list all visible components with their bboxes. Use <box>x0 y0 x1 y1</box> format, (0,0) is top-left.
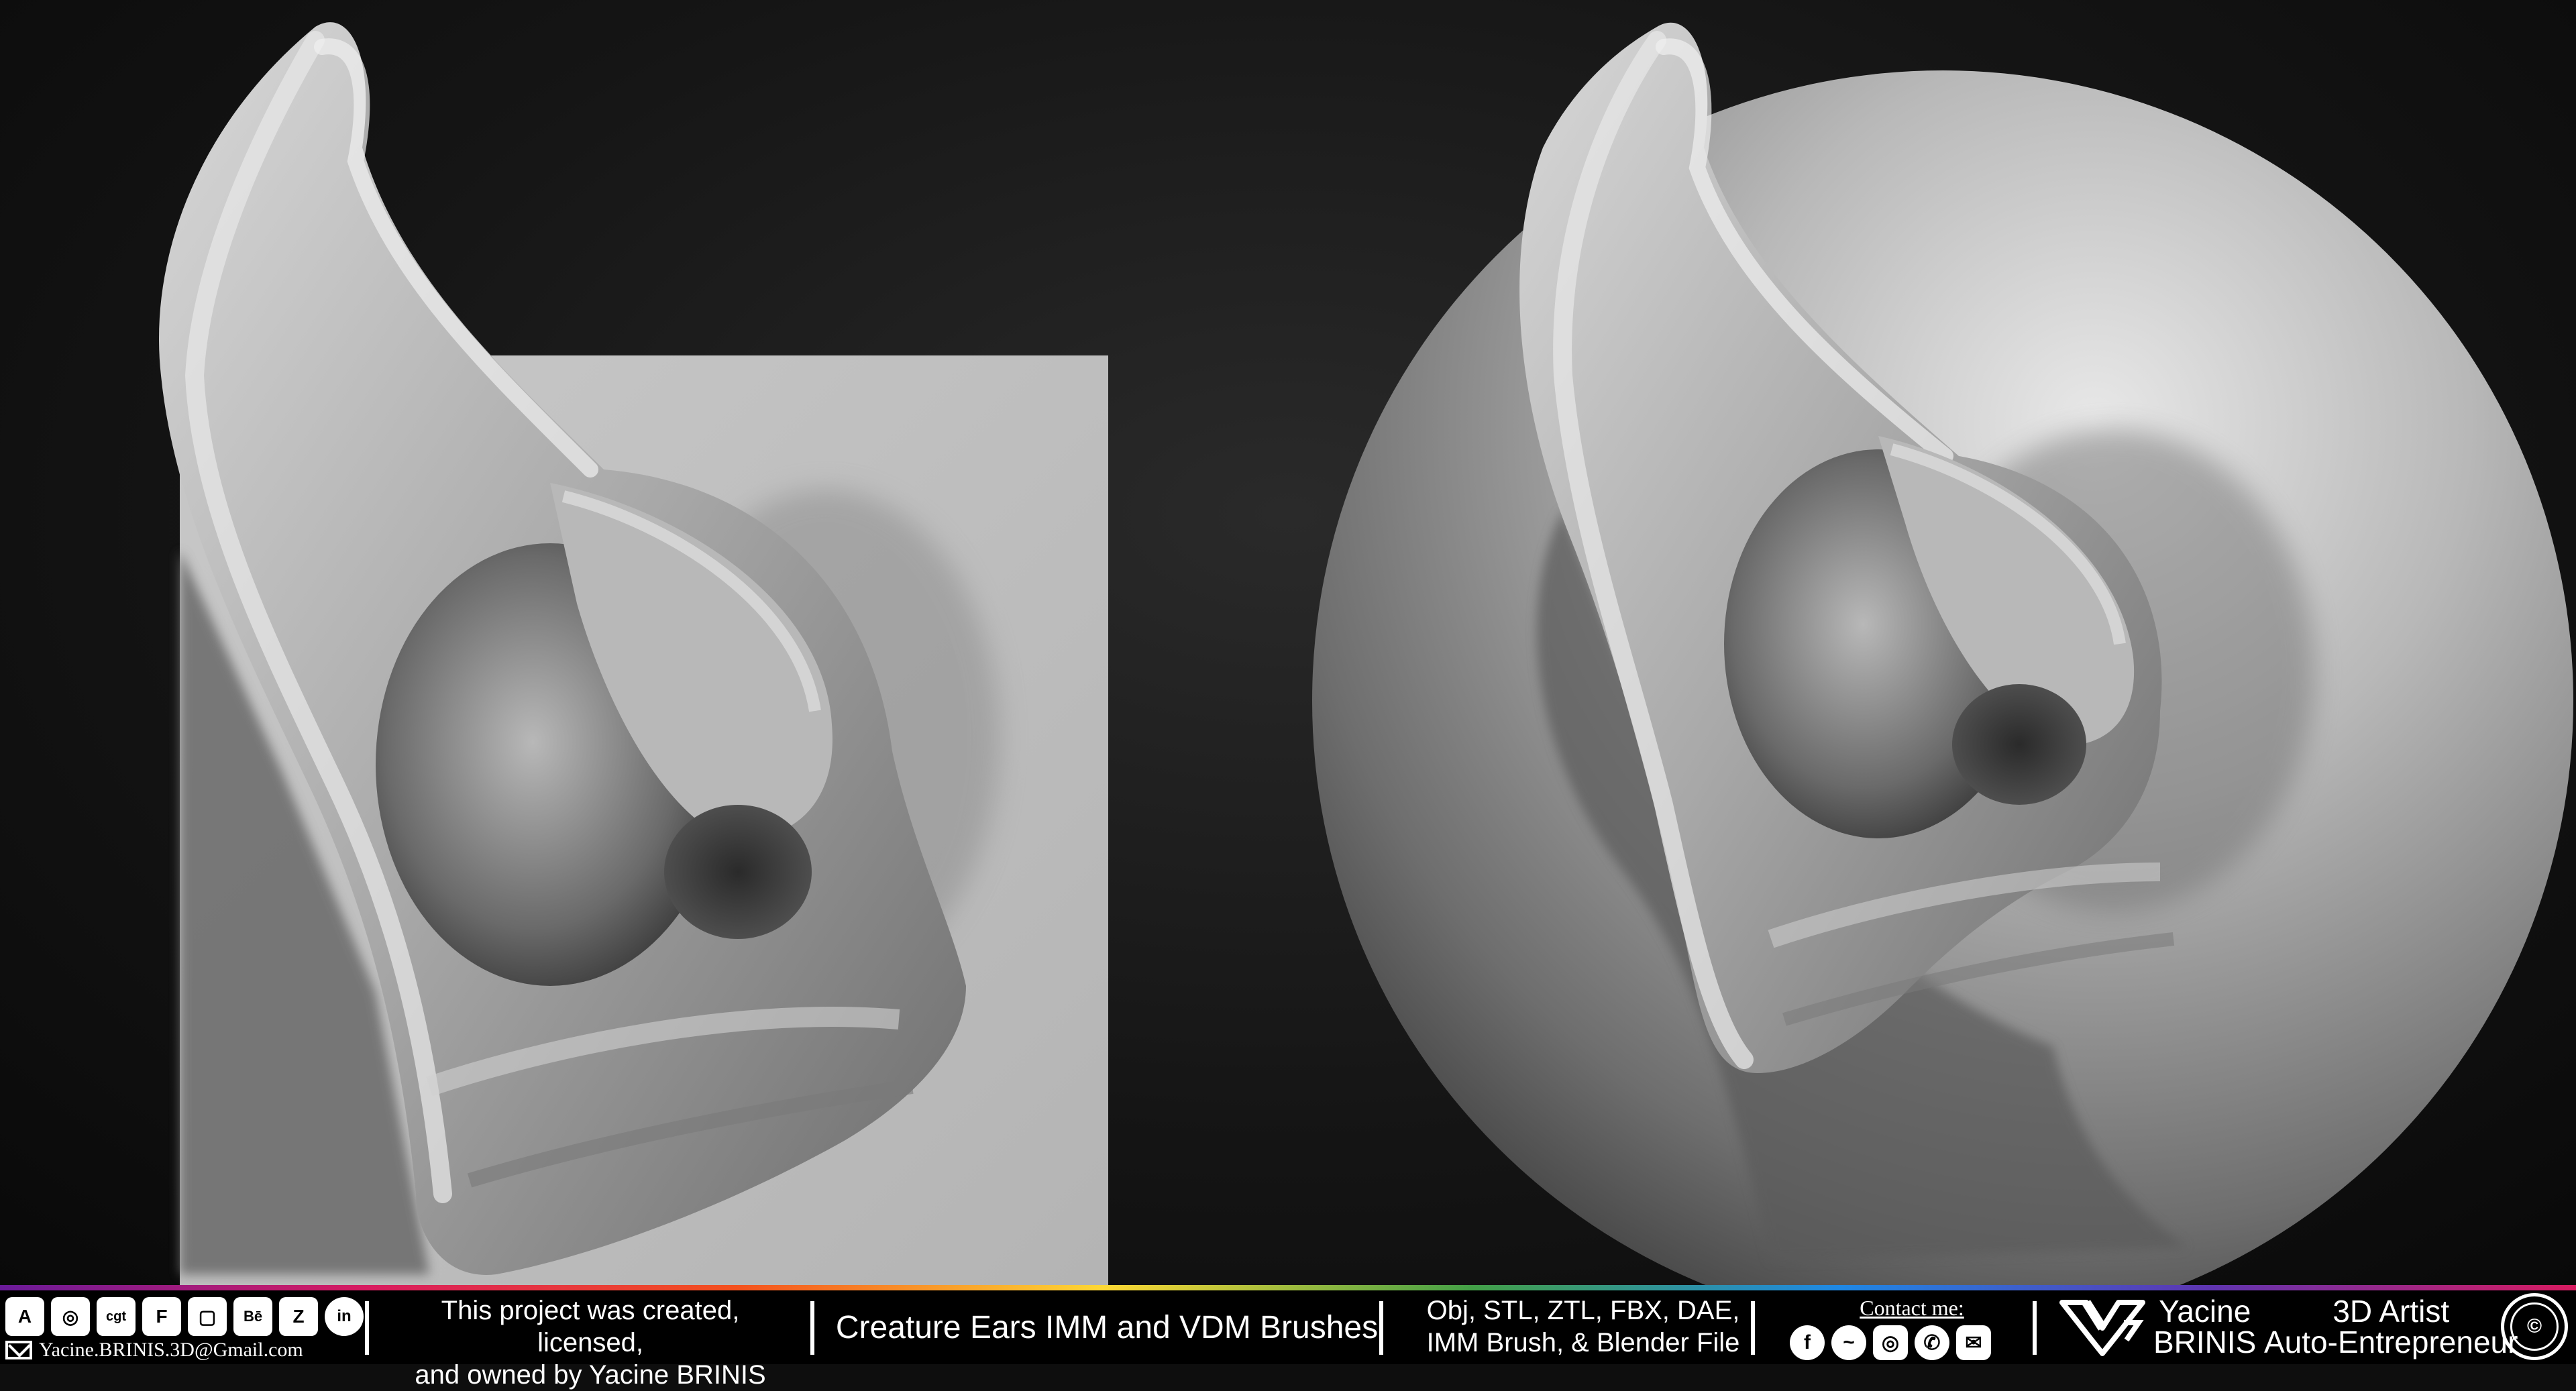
formats-line-2: IMM Brush, & Blender File <box>1426 1328 1740 1357</box>
divider <box>365 1301 369 1355</box>
formats-text: Obj, STL, ZTL, FBX, DAE, IMM Brush, & Bl… <box>1395 1294 1771 1359</box>
divider <box>810 1301 814 1355</box>
yb-logo-icon <box>2059 1300 2145 1356</box>
name-line-1: Yacine <box>2159 1294 2251 1329</box>
role-line-2: Auto-Entrepreneur <box>2264 1325 2518 1359</box>
email-address[interactable]: Yacine.BRINIS.3D@Gmail.com <box>39 1339 303 1361</box>
divider <box>1751 1301 1755 1355</box>
linkedin-icon[interactable]: in <box>325 1297 364 1336</box>
sculpt-render <box>158 22 2573 1285</box>
name-line-2: BRINIS <box>2153 1325 2257 1359</box>
facebook-icon[interactable]: f <box>1790 1325 1825 1360</box>
divider <box>1379 1301 1383 1355</box>
product-title: Creature Ears IMM and VDM Brushes <box>835 1310 1379 1345</box>
right-ear-group <box>1312 22 2573 1285</box>
footer-bar: A ◎ cgt F ▢ Bē Z in Yacine.BRINIS.3D@Gma… <box>0 1290 2576 1390</box>
left-ear-group <box>158 22 1108 1285</box>
copyright-seal: © <box>2501 1293 2568 1360</box>
messenger-icon[interactable]: ~ <box>1831 1325 1866 1360</box>
footer-color-bar <box>0 1285 2576 1290</box>
email-icon[interactable]: ✉ <box>1956 1325 1991 1360</box>
instagram-icon[interactable]: ◎ <box>1873 1325 1908 1360</box>
sketchfab-icon[interactable]: ◎ <box>51 1297 90 1336</box>
render-canvas <box>0 0 2576 1285</box>
behance-icon[interactable]: Bē <box>233 1297 272 1336</box>
email-row: Yacine.BRINIS.3D@Gmail.com <box>5 1339 303 1361</box>
artist-name: Yacine BRINIS <box>2153 1296 2256 1357</box>
formats-line-1: Obj, STL, ZTL, FBX, DAE, <box>1426 1296 1740 1325</box>
role-line-1: 3D Artist <box>2332 1294 2450 1329</box>
divider <box>2033 1301 2037 1355</box>
artstation-icon[interactable]: A <box>5 1297 44 1336</box>
ear-canal <box>664 805 812 939</box>
cgtrader-icon[interactable]: cgt <box>97 1297 136 1336</box>
whatsapp-icon[interactable]: ✆ <box>1915 1325 1949 1360</box>
license-line-1: This project was created, licensed, <box>441 1296 740 1357</box>
artist-role: 3D Artist Auto-Entrepreneur <box>2264 1296 2518 1357</box>
store-icon[interactable]: ▢ <box>188 1297 227 1336</box>
license-text: This project was created, licensed, and … <box>389 1294 792 1391</box>
copyright-icon: © <box>2510 1302 2559 1351</box>
sphere-ear-canal <box>1952 684 2086 805</box>
fab-icon[interactable]: F <box>142 1297 181 1336</box>
social-icons: A ◎ cgt F ▢ Bē Z in <box>5 1297 364 1336</box>
mail-icon <box>5 1341 32 1359</box>
license-line-2: and owned by Yacine BRINIS <box>415 1360 766 1390</box>
zbrush-icon[interactable]: Z <box>279 1297 318 1336</box>
contact-label: Contact me: <box>1860 1296 1964 1320</box>
contact-icons: f ~ ◎ ✆ ✉ <box>1790 1325 1991 1360</box>
